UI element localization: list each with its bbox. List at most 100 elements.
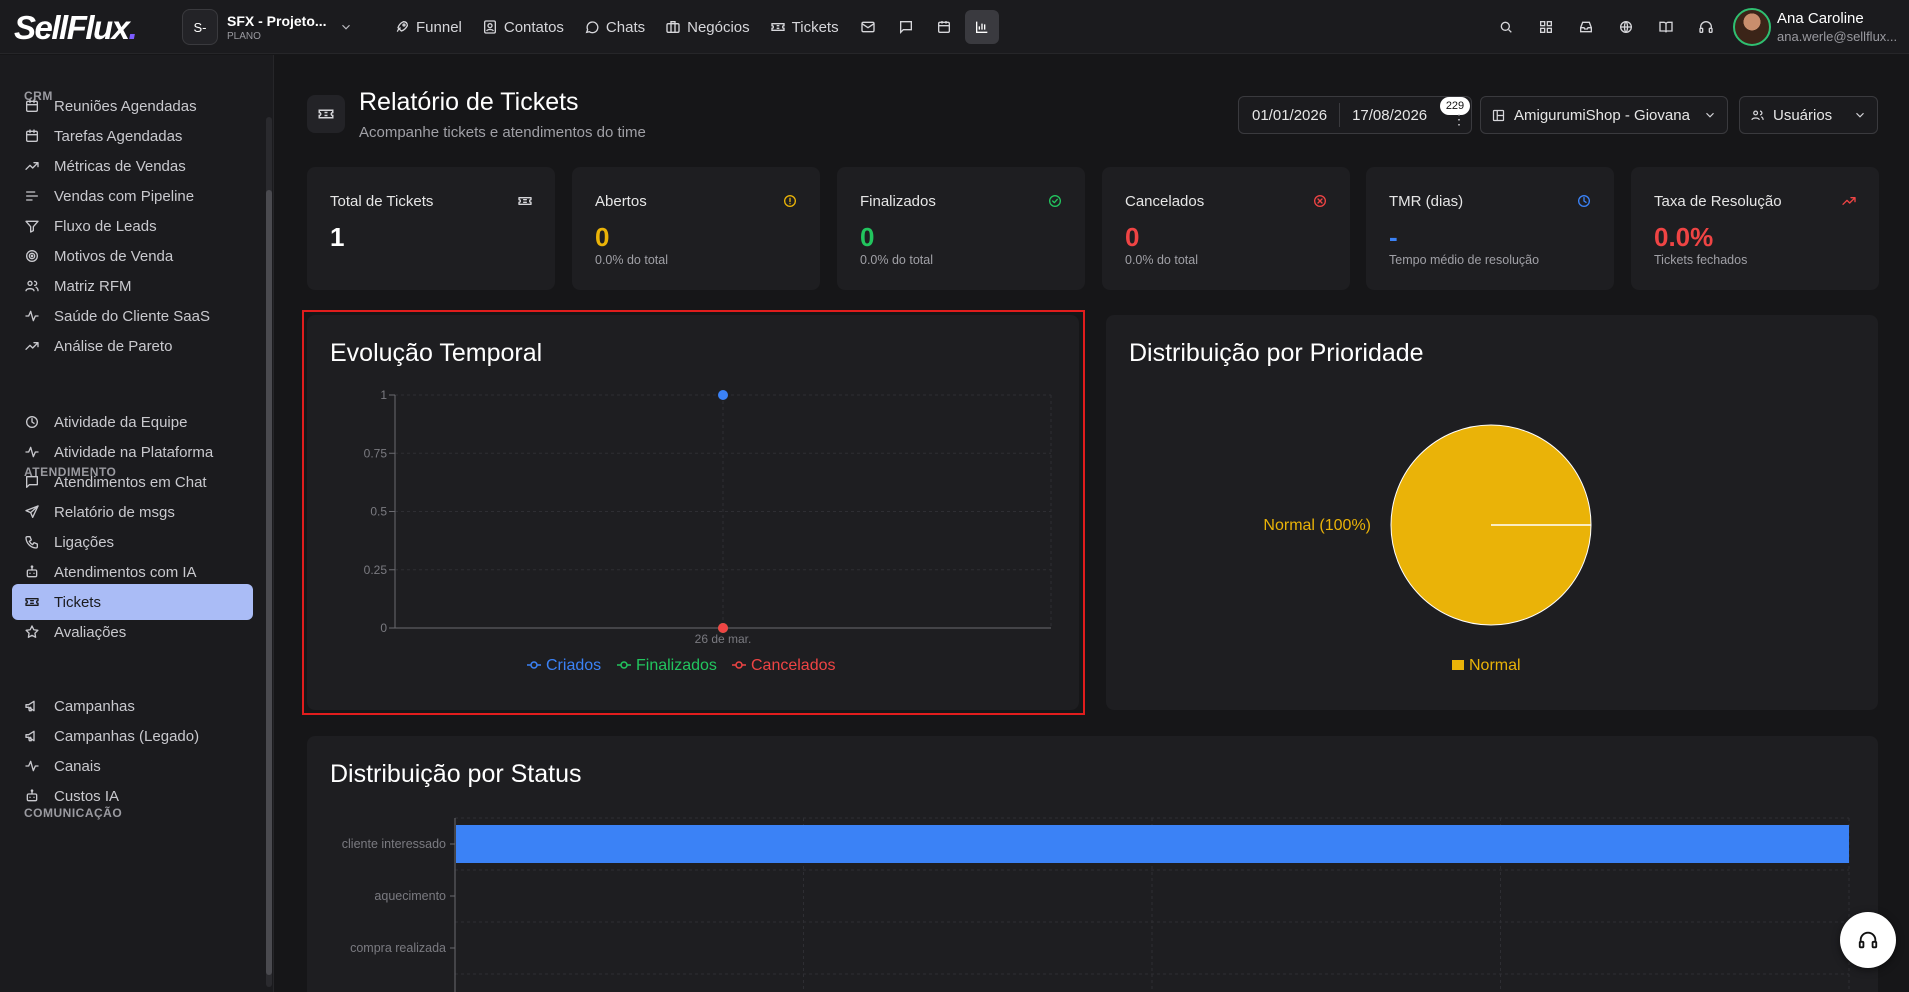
nav-contatos[interactable]: Contatos xyxy=(474,10,572,44)
nav-messages[interactable] xyxy=(889,10,923,44)
kpi-card-value: 1 xyxy=(330,222,345,252)
calendar-icon xyxy=(24,128,40,144)
legend-marker xyxy=(620,661,628,669)
support-chat-button[interactable] xyxy=(1840,912,1896,968)
kpi-card-subtitle: Tickets fechados xyxy=(1654,253,1748,267)
support-button[interactable] xyxy=(1688,10,1724,44)
nav-mail[interactable] xyxy=(851,10,885,44)
kpi-card-title: Abertos xyxy=(595,193,647,210)
sidebar-item-label: Tickets xyxy=(54,593,101,611)
ticket-icon xyxy=(770,19,786,35)
date-end[interactable]: 17/08/2026 xyxy=(1352,107,1427,124)
timeline-chart: 0 0.25 0.5 0.75 1 26 de mar. Criados Finalizado… xyxy=(364,388,1052,674)
activity-icon xyxy=(24,308,40,324)
rocket-icon xyxy=(394,19,410,35)
sidebar-scrollbar-thumb[interactable] xyxy=(266,190,272,975)
globe-button[interactable] xyxy=(1608,10,1644,44)
calendar-icon xyxy=(936,19,952,35)
sidebar-item-avaliacoes[interactable]: Avaliações xyxy=(12,614,253,650)
sidebar-item-label: Canais xyxy=(54,757,101,775)
pipeline-icon xyxy=(24,188,40,204)
sidebar: CRM ATENDIMENTO COMUNICAÇÃO Reuniões Age… xyxy=(0,55,274,992)
sidebar-item-label: Custos IA xyxy=(54,787,120,805)
apps-button[interactable] xyxy=(1528,10,1564,44)
date-more-button[interactable]: ⋮ xyxy=(1452,111,1466,128)
megaphone-icon xyxy=(24,728,40,744)
project-selector[interactable]: S- SFX - Projeto... PLANO xyxy=(182,9,362,45)
kpi-card-title: Finalizados xyxy=(860,193,936,210)
project-name: SFX - Projeto... xyxy=(227,12,327,29)
kpi-card-title: Cancelados xyxy=(1125,193,1205,210)
trending-up-icon xyxy=(24,338,40,354)
shop-select-value: AmigurumiShop - Giovana xyxy=(1514,106,1690,124)
shop-select[interactable]: AmigurumiShop - Giovana xyxy=(1480,96,1728,134)
kpi-card-title: TMR (dias) xyxy=(1389,193,1464,210)
sidebar-item-label: Atividade na Plataforma xyxy=(54,443,214,461)
message-square-icon xyxy=(24,474,40,490)
activity-icon xyxy=(24,758,40,774)
contact-icon xyxy=(482,19,498,35)
inbox-icon xyxy=(1578,19,1594,35)
kpi-card-title: Taxa de Resolução xyxy=(1654,193,1782,210)
bot-icon xyxy=(24,788,40,804)
nav-funnel[interactable]: Funnel xyxy=(386,10,470,44)
calendar-icon xyxy=(24,98,40,114)
clock-icon xyxy=(1576,193,1592,209)
kpi-card-value: 0.0% xyxy=(1654,222,1714,252)
sidebar-item-analise-de-pareto[interactable]: Análise de Pareto xyxy=(12,328,253,364)
check-circle-icon xyxy=(1047,193,1063,209)
series-point-criados xyxy=(718,390,728,400)
message-square-icon xyxy=(898,19,914,35)
nav-reports[interactable] xyxy=(964,10,999,44)
ticket-icon xyxy=(517,193,533,209)
toolbar-right xyxy=(1488,10,1724,44)
logo-text: SellFlux xyxy=(14,9,130,46)
nav-tickets-label: Tickets xyxy=(791,18,839,36)
avatar xyxy=(1733,8,1771,46)
date-range-picker[interactable]: 01/01/2026 17/08/2026 xyxy=(1238,96,1472,134)
funnel-icon xyxy=(24,218,40,234)
project-badge: S- xyxy=(182,9,218,45)
nav-chats[interactable]: Chats xyxy=(576,10,653,44)
y-tick-label: compra realizada xyxy=(350,941,446,955)
page-title: Relatório de Tickets xyxy=(359,88,579,116)
priority-chart: Normal (100%) Normal xyxy=(1263,424,1592,674)
docs-button[interactable] xyxy=(1648,10,1684,44)
kpi-card-subtitle: 0.0% do total xyxy=(860,253,933,267)
sidebar-item-label: Tarefas Agendadas xyxy=(54,127,183,145)
kpi-card-subtitle: 0.0% do total xyxy=(595,253,668,267)
ticket-icon xyxy=(317,105,335,123)
ticket-icon xyxy=(24,594,40,610)
users-select[interactable]: Usuários xyxy=(1739,96,1878,134)
sidebar-item-label: Matriz RFM xyxy=(54,277,132,295)
nav-negocios-label: Negócios xyxy=(687,18,750,36)
sidebar-item-custos-ia[interactable]: Custos IA xyxy=(12,778,253,814)
sidebar-item-label: Campanhas xyxy=(54,697,135,715)
user-email: ana.werle@sellflux... xyxy=(1777,29,1898,44)
chevron-down-icon xyxy=(339,20,353,34)
kpi-card-total: Total de Tickets 1 xyxy=(307,167,555,290)
kpi-card-subtitle: Tempo médio de resolução xyxy=(1389,253,1540,267)
x-circle-icon xyxy=(1312,193,1328,209)
alert-circle-icon xyxy=(782,193,798,209)
kpi-card-finalizados: Finalizados 0 0.0% do total xyxy=(837,167,1085,290)
clock-icon xyxy=(24,414,40,430)
nav-contatos-label: Contatos xyxy=(503,18,564,36)
date-start[interactable]: 01/01/2026 xyxy=(1252,107,1327,124)
sidebar-item-label: Métricas de Vendas xyxy=(54,157,186,175)
logo[interactable]: SellFlux. xyxy=(14,9,138,47)
nav-calendar[interactable] xyxy=(927,10,961,44)
page-subtitle: Acompanhe tickets e atendimentos do time xyxy=(359,124,646,141)
kpi-card-tmr: TMR (dias) - Tempo médio de resolução xyxy=(1366,167,1614,290)
inbox-button[interactable] xyxy=(1568,10,1604,44)
search-button[interactable] xyxy=(1488,10,1524,44)
nav-tickets[interactable]: Tickets xyxy=(762,10,847,44)
search-icon xyxy=(1498,19,1514,35)
main-nav: Funnel Contatos Chats Negócios Tickets xyxy=(386,10,999,44)
user-menu[interactable]: Ana Caroline ana.werle@sellflux... xyxy=(1733,8,1897,46)
pie-slice-label: Normal (100%) xyxy=(1263,517,1371,534)
users-select-value: Usuários xyxy=(1773,106,1833,124)
chevron-down-icon xyxy=(1703,108,1717,122)
nav-negocios[interactable]: Negócios xyxy=(657,10,758,44)
send-icon xyxy=(24,504,40,520)
